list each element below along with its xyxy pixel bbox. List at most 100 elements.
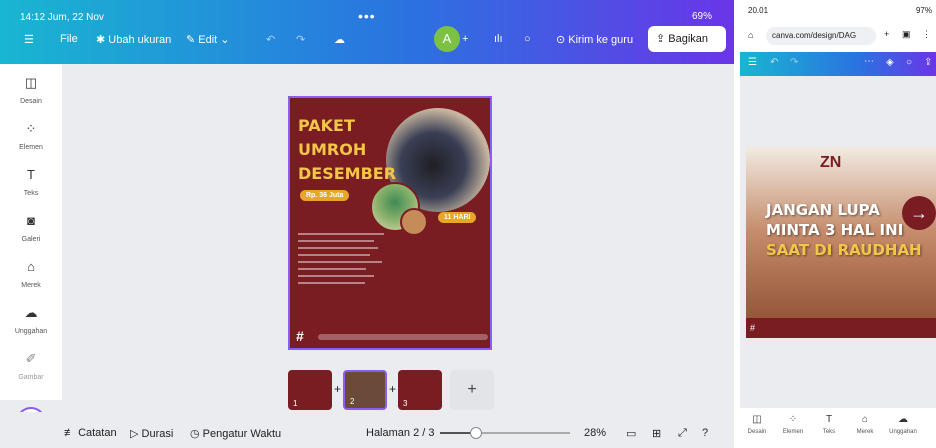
browser-bar: ⌂ canva.com/design/DAG + ▣ ⋮ <box>740 20 936 52</box>
sidebar-item-gambar[interactable]: ✐ Gambar <box>0 352 62 382</box>
zoom-slider-knob[interactable] <box>470 427 483 439</box>
undo-icon[interactable]: ↶ <box>770 57 778 68</box>
sidebar-item-elemen[interactable]: ⁘ Elemen <box>0 122 62 152</box>
brand-logo: ZN <box>820 154 842 171</box>
menu-icon[interactable]: ☰ <box>748 57 757 68</box>
design-canvas-page[interactable]: PAKET UMROH DESEMBER Rp. 36 Juta 11 HARI… <box>288 96 492 350</box>
notes-button[interactable]: ≢ Catatan <box>64 427 117 439</box>
notes-icon: ≢ <box>64 427 79 439</box>
cloud-sync-icon[interactable]: ☁ <box>334 33 345 46</box>
arrow-right-icon: → <box>902 196 936 230</box>
sidebar-item-merek[interactable]: ⌂ Merek <box>0 260 62 290</box>
text-icon: T <box>825 414 833 425</box>
undo-icon[interactable]: ↶ <box>266 33 275 46</box>
share-icon[interactable]: ⇪ <box>924 57 932 68</box>
grid-view-icon[interactable]: ⊞ <box>652 427 661 440</box>
days-badge[interactable]: 11 HARI <box>438 212 477 223</box>
more-dots-icon[interactable]: ••• <box>358 8 376 24</box>
hashtag-logo: # <box>750 323 756 333</box>
help-icon[interactable]: ? <box>702 427 708 439</box>
phone-design-canvas[interactable]: ZN JANGAN LUPA MINTA 3 HAL INI SAAT DI R… <box>746 146 936 338</box>
redo-icon[interactable]: ↷ <box>790 57 798 68</box>
comment-icon[interactable]: ○ <box>524 33 531 45</box>
status-battery: 69% <box>691 11 712 22</box>
url-field[interactable]: canva.com/design/DAG <box>766 27 876 45</box>
phone-editor-toolbar: ☰ ↶ ↷ ⋯ ◈ ○ ⇪ <box>740 52 936 76</box>
phone-nav-teks[interactable]: T Teks <box>812 414 846 435</box>
menu-icon[interactable]: ☰ <box>24 33 34 46</box>
duration-button[interactable]: ▷ Durasi <box>130 427 173 440</box>
tablet-screen: 14:12 Jum, 22 Nov ••• 69% ☰ File ✱ Ubah … <box>0 0 734 448</box>
layout-icon: ◫ <box>24 75 38 90</box>
cloud-upload-icon: ☁ <box>898 414 908 425</box>
home-icon[interactable]: ⌂ <box>748 30 753 40</box>
page-indicator[interactable]: Halaman 2 / 3 <box>366 427 434 439</box>
sidebar-label: Galeri <box>21 236 41 243</box>
editor-toolbar: ☰ File ✱ Ubah ukuran ✎ Edit ⌄ ↶ ↷ ☁ A + … <box>0 26 734 56</box>
sidebar-label: Gambar <box>18 374 44 381</box>
camera-icon: ◙ <box>27 213 35 228</box>
sidebar-label: Elemen <box>19 144 43 151</box>
add-page-between-icon[interactable]: + <box>389 382 396 396</box>
new-tab-icon[interactable]: + <box>884 29 889 39</box>
redo-icon[interactable]: ↷ <box>296 33 305 46</box>
phone-nav-merek[interactable]: ⌂ Merek <box>848 414 882 435</box>
fullscreen-icon[interactable]: ⤢ <box>678 427 687 440</box>
itinerary-text-block[interactable] <box>298 228 488 318</box>
more-icon[interactable]: ⋯ <box>864 56 874 67</box>
thumbnail-number: 3 <box>403 399 408 408</box>
page-thumbnail-1[interactable]: 1 <box>288 370 332 410</box>
sidebar-item-galeri[interactable]: ◙ Galeri <box>0 213 62 244</box>
notes-label: Catatan <box>78 427 117 439</box>
hashtag-logo: # <box>296 328 304 344</box>
magic-resize-icon: ✱ <box>96 34 109 46</box>
brand-icon: ⌂ <box>861 414 869 425</box>
send-to-teacher-button[interactable]: ⊙ Kirim ke guru <box>556 33 633 46</box>
phone-nav-elemen[interactable]: ⁘ Elemen <box>776 414 810 435</box>
add-page-between-icon[interactable]: + <box>334 382 341 396</box>
phone-nav-label: Unggahan <box>889 429 917 435</box>
title-line: DESEMBER <box>298 164 397 183</box>
top-bar: 14:12 Jum, 22 Nov ••• 69% ☰ File ✱ Ubah … <box>0 0 734 64</box>
page-view-icon[interactable]: ▭ <box>626 427 636 440</box>
phone-nav-desain[interactable]: ◫ Desain <box>740 414 774 435</box>
add-page-button[interactable]: + <box>450 370 494 410</box>
timer-label: Pengatur Waktu <box>202 428 282 440</box>
resize-label: Ubah ukuran <box>108 34 172 46</box>
resize-button[interactable]: ✱ Ubah ukuran <box>96 33 171 46</box>
zoom-value[interactable]: 28% <box>584 427 606 439</box>
upload-icon: ⇪ <box>656 33 669 45</box>
duration-label: Durasi <box>141 428 174 440</box>
sidebar-item-desain[interactable]: ◫ Desain <box>0 75 62 106</box>
avatar[interactable]: A <box>434 26 460 52</box>
phone-nav-label: Teks <box>822 429 836 435</box>
layers-icon[interactable]: ◈ <box>886 57 894 68</box>
phone-screen: 20.01 97% ⌂ canva.com/design/DAG + ▣ ⋮ ☰… <box>740 0 936 448</box>
tabs-icon[interactable]: ▣ <box>902 29 911 40</box>
share-label: Bagikan <box>668 33 709 45</box>
sidebar-item-unggahan[interactable]: ☁ Unggahan <box>0 306 62 336</box>
headline-line: SAAT DI RAUDHAH <box>766 241 922 259</box>
share-button[interactable]: ⇪ Bagikan <box>648 26 726 52</box>
sidebar-item-teks[interactable]: T Teks <box>0 168 62 198</box>
page-thumbnail-3[interactable]: 3 <box>398 370 442 410</box>
page-thumbnail-2[interactable]: 2 <box>343 370 387 410</box>
comment-icon[interactable]: ○ <box>906 57 912 68</box>
zoom-slider[interactable] <box>440 427 570 439</box>
file-button[interactable]: File <box>60 33 78 45</box>
add-collaborator-icon[interactable]: + <box>462 33 468 45</box>
status-time: 14:12 Jum, 22 Nov <box>20 12 104 23</box>
design-footer: # <box>746 318 936 338</box>
timer-button[interactable]: ◷ Pengatur Waktu <box>190 427 281 440</box>
sidebar-label: Merek <box>21 282 41 289</box>
contact-footer <box>318 334 488 340</box>
phone-nav-label: Elemen <box>782 429 804 435</box>
browser-menu-icon[interactable]: ⋮ <box>922 29 931 40</box>
phone-nav-unggahan[interactable]: ☁ Unggahan <box>886 414 920 435</box>
send-label: Kirim ke guru <box>568 34 634 46</box>
design-title[interactable]: PAKET UMROH DESEMBER <box>298 114 396 186</box>
edit-button[interactable]: ✎ Edit ⌄ <box>186 33 230 46</box>
price-badge[interactable]: Rp. 36 Juta <box>300 190 350 201</box>
thumbnail-number: 1 <box>293 399 298 408</box>
insights-icon[interactable]: ılı <box>494 33 503 45</box>
